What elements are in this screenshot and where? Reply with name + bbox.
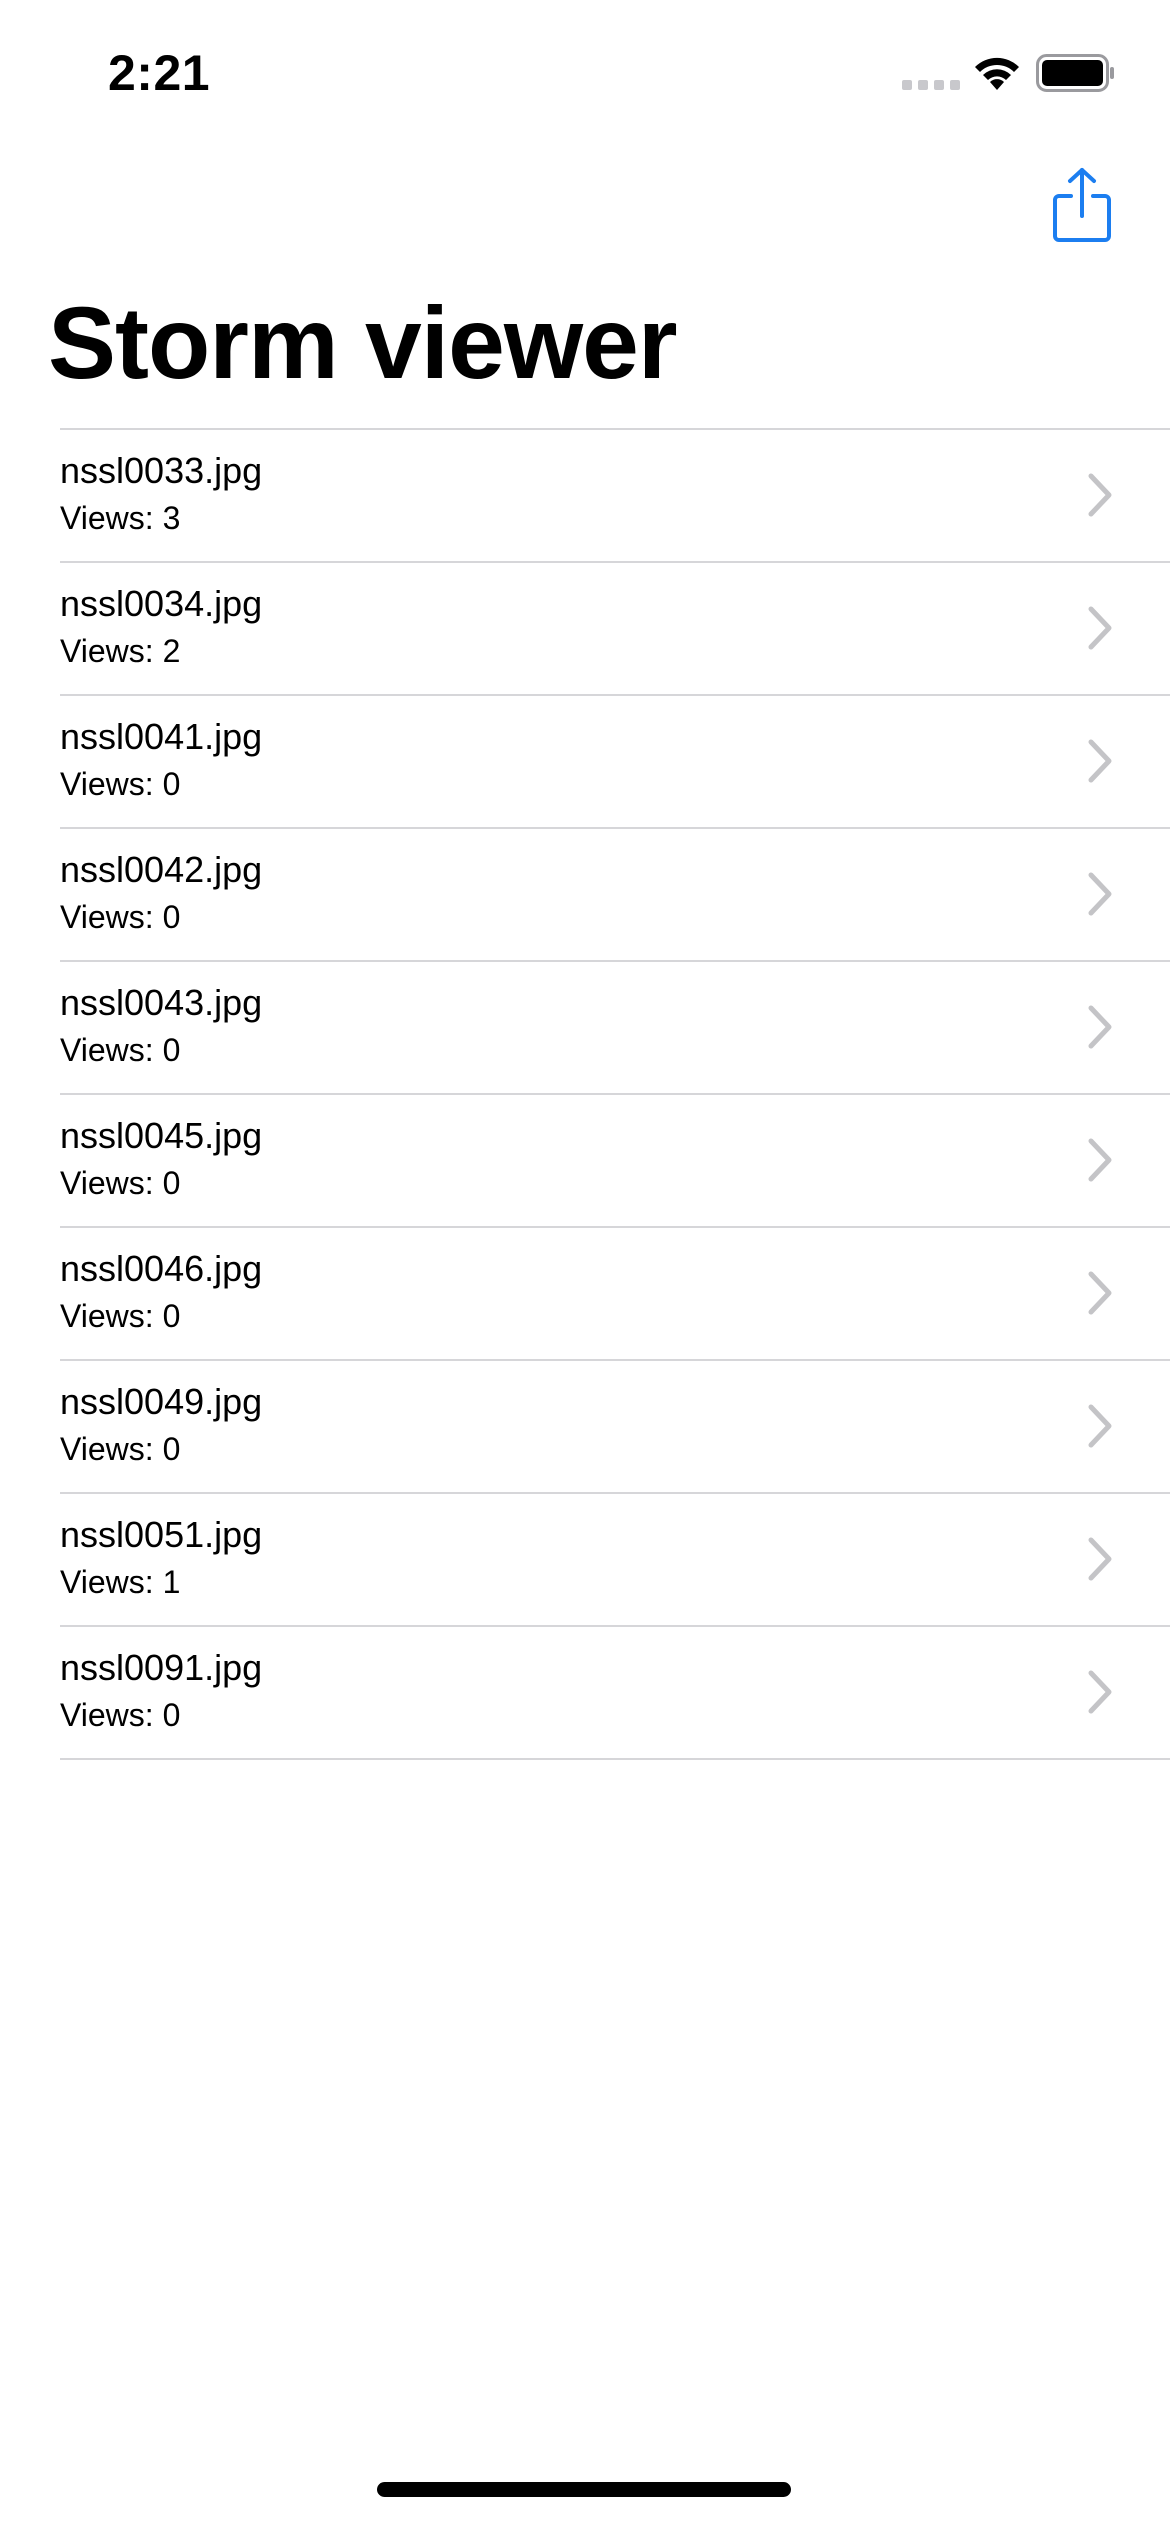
chevron-right-icon [1088, 606, 1112, 650]
status-bar: 2:21 [0, 0, 1170, 140]
item-title: nssl0045.jpg [60, 1115, 263, 1156]
item-subtitle: Views: 0 [60, 766, 181, 802]
item-subtitle: Views: 2 [60, 633, 181, 669]
wifi-icon [975, 57, 1019, 90]
chevron-right-icon [1088, 1537, 1112, 1581]
item-title: nssl0042.jpg [60, 849, 263, 890]
list-item[interactable]: nssl0049.jpg Views: 0 [60, 1359, 1170, 1492]
list-item[interactable]: nssl0051.jpg Views: 1 [60, 1492, 1170, 1625]
page-title: Storm viewer [48, 286, 678, 400]
chevron-right-icon [1088, 872, 1112, 916]
list-item[interactable]: nssl0045.jpg Views: 0 [60, 1093, 1170, 1226]
item-title: nssl0049.jpg [60, 1381, 263, 1422]
screen: 2:21 Storm viewer nssl0033.jpg Views: 3 … [0, 0, 1170, 2532]
item-title: nssl0033.jpg [60, 450, 263, 491]
chevron-right-icon [1088, 1138, 1112, 1182]
list-item[interactable]: nssl0091.jpg Views: 0 [60, 1625, 1170, 1760]
share-icon [1053, 168, 1111, 242]
list-item[interactable]: nssl0033.jpg Views: 3 [60, 428, 1170, 561]
item-title: nssl0091.jpg [60, 1647, 263, 1688]
home-indicator[interactable] [377, 2482, 791, 2497]
chevron-right-icon [1088, 1670, 1112, 1714]
list-item[interactable]: nssl0042.jpg Views: 0 [60, 827, 1170, 960]
item-subtitle: Views: 0 [60, 1431, 181, 1467]
item-title: nssl0041.jpg [60, 716, 263, 757]
list-item[interactable]: nssl0046.jpg Views: 0 [60, 1226, 1170, 1359]
status-time: 2:21 [108, 45, 211, 101]
chevron-right-icon [1088, 739, 1112, 783]
list-item[interactable]: nssl0041.jpg Views: 0 [60, 694, 1170, 827]
item-subtitle: Views: 0 [60, 1165, 181, 1201]
item-subtitle: Views: 0 [60, 1697, 181, 1733]
item-subtitle: Views: 0 [60, 899, 181, 935]
chevron-right-icon [1088, 1271, 1112, 1315]
list-item[interactable]: nssl0034.jpg Views: 2 [60, 561, 1170, 694]
item-title: nssl0043.jpg [60, 982, 263, 1023]
chevron-right-icon [1088, 473, 1112, 517]
image-list: nssl0033.jpg Views: 3 nssl0034.jpg Views… [0, 428, 1170, 1760]
item-subtitle: Views: 3 [60, 500, 181, 536]
item-subtitle: Views: 0 [60, 1032, 181, 1068]
item-title: nssl0034.jpg [60, 583, 263, 624]
item-title: nssl0051.jpg [60, 1514, 263, 1555]
battery-icon [1036, 54, 1114, 92]
list-item[interactable]: nssl0043.jpg Views: 0 [60, 960, 1170, 1093]
item-subtitle: Views: 0 [60, 1298, 181, 1334]
share-button[interactable] [1046, 162, 1118, 248]
item-subtitle: Views: 1 [60, 1564, 181, 1600]
cellular-signal-icon [902, 80, 960, 90]
chevron-right-icon [1088, 1005, 1112, 1049]
chevron-right-icon [1088, 1404, 1112, 1448]
item-title: nssl0046.jpg [60, 1248, 263, 1289]
